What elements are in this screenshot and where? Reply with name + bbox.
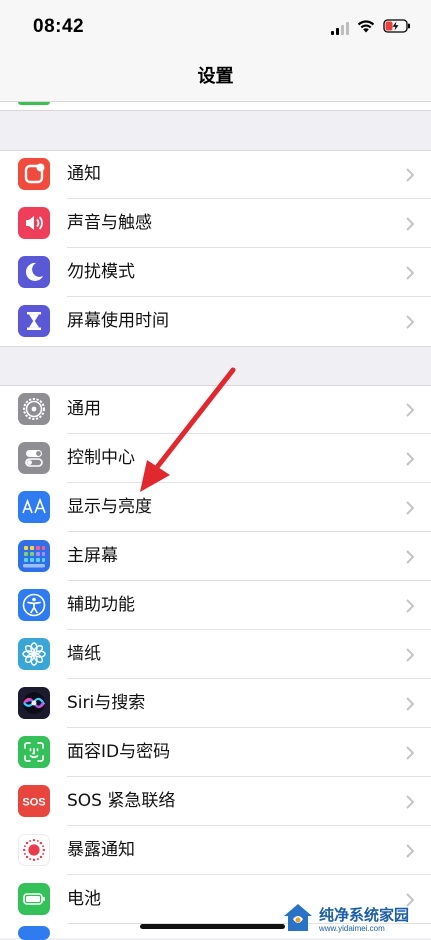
settings-row-label: 暴露通知	[67, 840, 135, 860]
settings-row-label: 显示与亮度	[67, 497, 152, 517]
exposure-icon	[18, 834, 50, 866]
hourglass-icon	[18, 305, 50, 337]
group-divider	[0, 385, 431, 386]
home-screen-grid-icon	[18, 540, 50, 572]
wifi-icon	[357, 18, 375, 37]
moon-icon	[18, 256, 50, 288]
notifications-icon	[18, 158, 50, 190]
settings-row-label: 勿扰模式	[67, 262, 135, 282]
settings-row-exposure-notifications[interactable]: 暴露通知	[0, 826, 431, 875]
settings-row-label: 通知	[67, 164, 101, 184]
gear-icon	[18, 393, 50, 425]
partially-scrolled-row	[0, 102, 431, 110]
settings-row-label: 声音与触感	[67, 213, 152, 233]
watermark-logo-icon	[281, 901, 315, 939]
settings-row-do-not-disturb[interactable]: 勿扰模式	[0, 248, 431, 297]
chevron-right-icon	[406, 451, 415, 470]
settings-row-label: SOS 紧急联络	[67, 791, 176, 811]
sos-icon: SOS	[18, 785, 50, 817]
battery-icon	[18, 883, 50, 915]
flower-icon	[18, 638, 50, 670]
group-divider	[0, 346, 431, 347]
settings-row-label: 电池	[67, 889, 101, 909]
text-size-icon	[18, 491, 50, 523]
chevron-right-icon	[406, 745, 415, 764]
home-indicator[interactable]	[140, 924, 285, 929]
settings-row-label: 辅助功能	[67, 595, 135, 615]
settings-row-label: 主屏幕	[67, 546, 118, 566]
chevron-right-icon	[406, 167, 415, 186]
watermark: 纯净系统家园 www.yidaimei.com	[281, 902, 429, 938]
settings-row-label: Siri与搜索	[67, 693, 146, 713]
watermark-title: 纯净系统家园	[319, 905, 410, 924]
speaker-icon	[18, 207, 50, 239]
settings-row-label: 通用	[67, 399, 101, 419]
settings-row-emergency-sos[interactable]: SOS SOS 紧急联络	[0, 777, 431, 826]
chevron-right-icon	[406, 216, 415, 235]
chevron-right-icon	[406, 843, 415, 862]
group-divider	[0, 150, 431, 151]
chevron-right-icon	[406, 647, 415, 666]
svg-text:SOS: SOS	[22, 797, 45, 809]
settings-group-1: 通知 声音与触感 勿扰模式 屏幕使用时间	[0, 150, 431, 346]
siri-icon	[18, 687, 50, 719]
chevron-right-icon	[406, 500, 415, 519]
settings-row-general[interactable]: 通用	[0, 385, 431, 434]
status-bar: 08:42	[0, 0, 431, 56]
chevron-right-icon	[406, 549, 415, 568]
settings-row-screen-time[interactable]: 屏幕使用时间	[0, 297, 431, 346]
chevron-right-icon	[406, 794, 415, 813]
settings-row-label: 控制中心	[67, 448, 135, 468]
chevron-right-icon	[406, 314, 415, 333]
settings-row-face-id-passcode[interactable]: 面容ID与密码	[0, 728, 431, 777]
toggles-icon	[18, 442, 50, 474]
settings-row-sounds[interactable]: 声音与触感	[0, 199, 431, 248]
settings-row-home-screen[interactable]: 主屏幕	[0, 532, 431, 581]
settings-group-2: 通用 控制中心 显示与亮度 主屏幕 辅助功能 墙纸 Siri与搜索 面容ID与密…	[0, 385, 431, 940]
settings-row-label: 墙纸	[67, 644, 101, 664]
settings-row-label: 屏幕使用时间	[67, 311, 169, 331]
status-time: 08:42	[33, 16, 85, 37]
settings-row-display-brightness[interactable]: 显示与亮度	[0, 483, 431, 532]
battery-charging-icon	[383, 18, 411, 37]
chevron-right-icon	[406, 265, 415, 284]
signal-icon	[331, 21, 349, 35]
settings-row-wallpaper[interactable]: 墙纸	[0, 630, 431, 679]
settings-row-control-center[interactable]: 控制中心	[0, 434, 431, 483]
watermark-url: www.yidaimei.com	[319, 923, 385, 933]
settings-row-accessibility[interactable]: 辅助功能	[0, 581, 431, 630]
chevron-right-icon	[406, 402, 415, 421]
hand-icon	[18, 926, 50, 940]
accessibility-icon	[18, 589, 50, 621]
settings-row-siri-search[interactable]: Siri与搜索	[0, 679, 431, 728]
page-title: 设置	[197, 66, 234, 87]
navigation-bar: 设置	[0, 56, 431, 102]
chevron-right-icon	[406, 598, 415, 617]
settings-row-notifications[interactable]: 通知	[0, 150, 431, 199]
settings-row-label: 面容ID与密码	[67, 742, 171, 762]
chevron-right-icon	[406, 696, 415, 715]
group-divider	[0, 110, 431, 111]
face-id-icon	[18, 736, 50, 768]
